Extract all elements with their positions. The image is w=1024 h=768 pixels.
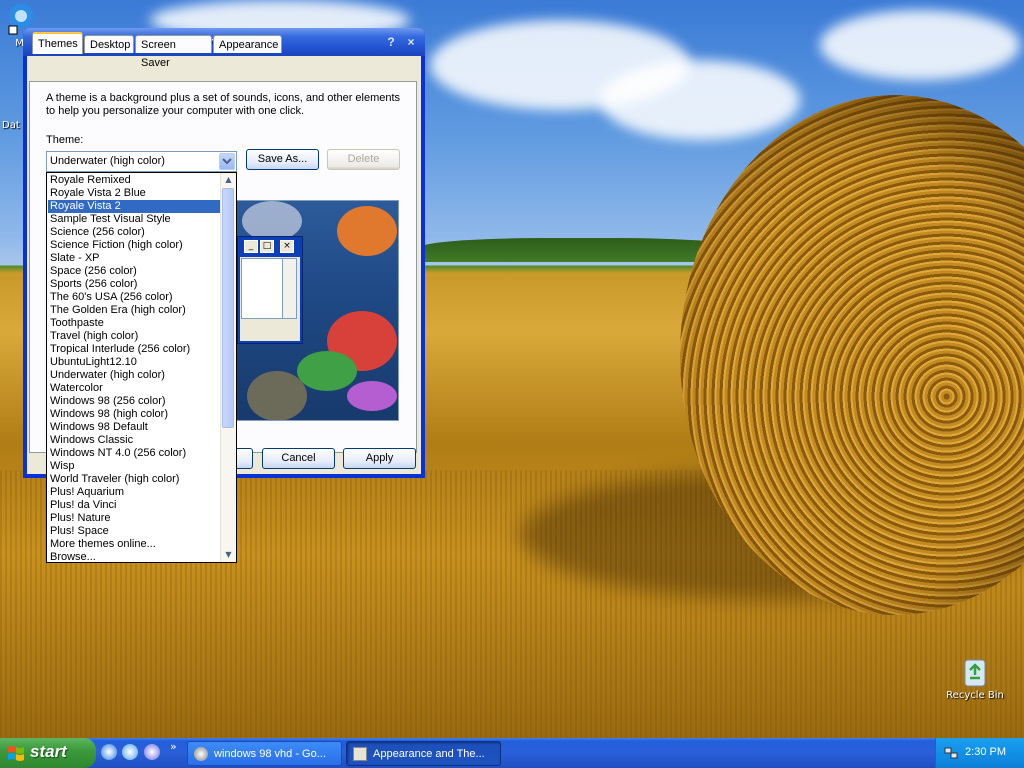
control-panel-icon: [353, 747, 367, 761]
theme-list-item[interactable]: More themes online...: [48, 538, 221, 551]
theme-label: Theme:: [46, 134, 84, 146]
preview-sample-window: _ □ ×: [237, 236, 303, 344]
preview-coral: [337, 206, 397, 256]
browser-icon: [194, 747, 208, 761]
taskbar: start » windows 98 vhd - Go... Appearanc…: [0, 738, 1024, 768]
theme-list[interactable]: Royale Remixed Royale Vista 2 Blue Royale …: [48, 174, 221, 562]
delete-button[interactable]: Delete: [327, 149, 400, 170]
taskbar-button-control-panel[interactable]: Appearance and The...: [346, 741, 501, 766]
theme-list-item[interactable]: UbuntuLight12.10: [48, 356, 221, 369]
recycle-bin-icon: [964, 659, 986, 687]
theme-list-item[interactable]: The 60's USA (256 color): [48, 291, 221, 304]
windows-logo-icon: [8, 746, 24, 761]
theme-list-item[interactable]: Windows 98 (high color): [48, 408, 221, 421]
preview-rock: [247, 371, 307, 420]
scroll-up-icon[interactable]: ▲: [221, 174, 236, 186]
desktop-icon-label: Dat: [2, 120, 20, 131]
preview-coral: [347, 381, 397, 411]
theme-list-item[interactable]: Royale Vista 2: [48, 200, 221, 213]
theme-dropdown-list[interactable]: Royale Remixed Royale Vista 2 Blue Royale …: [46, 172, 237, 563]
description-line-1: A theme is a background plus a set of so…: [46, 92, 401, 104]
chevron-down-icon: [222, 158, 232, 165]
theme-list-item[interactable]: Windows 98 (256 color): [48, 395, 221, 408]
tab-desktop[interactable]: Desktop: [84, 35, 134, 53]
treeline: [420, 238, 740, 262]
description-line-2: to help you personalize your computer wi…: [46, 105, 305, 117]
tab-screen-saver[interactable]: Screen Saver: [135, 35, 212, 69]
theme-combobox-value: Underwater (high color): [50, 155, 165, 167]
theme-list-item[interactable]: Royale Remixed: [48, 174, 221, 187]
start-button[interactable]: start: [0, 738, 96, 768]
desktop-icon-label: Recycle Bin: [946, 690, 1004, 701]
theme-list-item[interactable]: Toothpaste: [48, 317, 221, 330]
help-button[interactable]: ?: [383, 34, 399, 50]
dropdown-scrollbar[interactable]: ▲ ▼: [220, 173, 236, 562]
theme-list-item[interactable]: The Golden Era (high color): [48, 304, 221, 317]
theme-list-item[interactable]: Windows Classic: [48, 434, 221, 447]
theme-list-item[interactable]: Plus! Space: [48, 525, 221, 538]
theme-list-item[interactable]: Plus! Nature: [48, 512, 221, 525]
close-button[interactable]: ×: [403, 34, 419, 50]
theme-combobox[interactable]: Underwater (high color): [46, 151, 237, 172]
maximize-icon: □: [260, 240, 274, 253]
ie-quicklaunch-icon[interactable]: [101, 744, 117, 760]
save-as-button[interactable]: Save As...: [246, 149, 319, 170]
theme-list-item[interactable]: Plus! Aquarium: [48, 486, 221, 499]
start-label: start: [30, 742, 67, 761]
close-icon: ×: [280, 240, 294, 253]
cancel-button[interactable]: Cancel: [262, 448, 335, 469]
theme-list-item[interactable]: Slate - XP: [48, 252, 221, 265]
ie-quicklaunch-icon[interactable]: [122, 744, 138, 760]
combobox-dropdown-button[interactable]: [219, 153, 235, 170]
media-player-quicklaunch-icon[interactable]: [144, 744, 160, 760]
preview-sample-scrollbar: [282, 258, 297, 319]
theme-list-item[interactable]: Sample Test Visual Style: [48, 213, 221, 226]
theme-list-item[interactable]: Science Fiction (high color): [48, 239, 221, 252]
theme-list-item[interactable]: Browse...: [48, 551, 221, 562]
theme-list-item[interactable]: Sports (256 color): [48, 278, 221, 291]
preview-sample-list: [241, 258, 285, 319]
theme-list-item[interactable]: Plus! da Vinci: [48, 499, 221, 512]
scrollbar-thumb[interactable]: [222, 188, 234, 428]
taskbar-button-browser[interactable]: windows 98 vhd - Go...: [187, 741, 342, 766]
cloud: [600, 60, 800, 140]
theme-list-item[interactable]: Tropical Interlude (256 color): [48, 343, 221, 356]
theme-list-item[interactable]: Windows 98 Default: [48, 421, 221, 434]
minimize-icon: _: [244, 240, 258, 253]
cloud: [820, 10, 1020, 80]
theme-list-item[interactable]: Royale Vista 2 Blue: [48, 187, 221, 200]
tab-themes[interactable]: Themes: [32, 32, 83, 54]
taskbar-button-label: windows 98 vhd - Go...: [214, 748, 326, 760]
system-tray: 2:30 PM: [935, 738, 1024, 768]
preview-coral: [297, 351, 357, 391]
theme-list-item[interactable]: World Traveler (high color): [48, 473, 221, 486]
desktop-icon-recycle-bin[interactable]: Recycle Bin: [944, 656, 1006, 701]
scroll-down-icon[interactable]: ▼: [221, 549, 236, 561]
theme-list-item[interactable]: Watercolor: [48, 382, 221, 395]
theme-list-item[interactable]: Science (256 color): [48, 226, 221, 239]
preview-coral: [242, 201, 302, 241]
theme-list-item[interactable]: Space (256 color): [48, 265, 221, 278]
quicklaunch-chevron[interactable]: »: [170, 740, 177, 753]
clock[interactable]: 2:30 PM: [965, 746, 1006, 758]
apply-button[interactable]: Apply: [343, 448, 416, 469]
taskbar-button-label: Appearance and The...: [373, 748, 485, 760]
theme-list-item[interactable]: Underwater (high color): [48, 369, 221, 382]
theme-list-item[interactable]: Travel (high color): [48, 330, 221, 343]
network-icon[interactable]: [944, 746, 958, 760]
desktop-icon-data[interactable]: Dat: [2, 120, 24, 131]
tab-appearance[interactable]: Appearance: [213, 35, 282, 53]
theme-list-item[interactable]: Windows NT 4.0 (256 color): [48, 447, 221, 460]
theme-list-item[interactable]: Wisp: [48, 460, 221, 473]
